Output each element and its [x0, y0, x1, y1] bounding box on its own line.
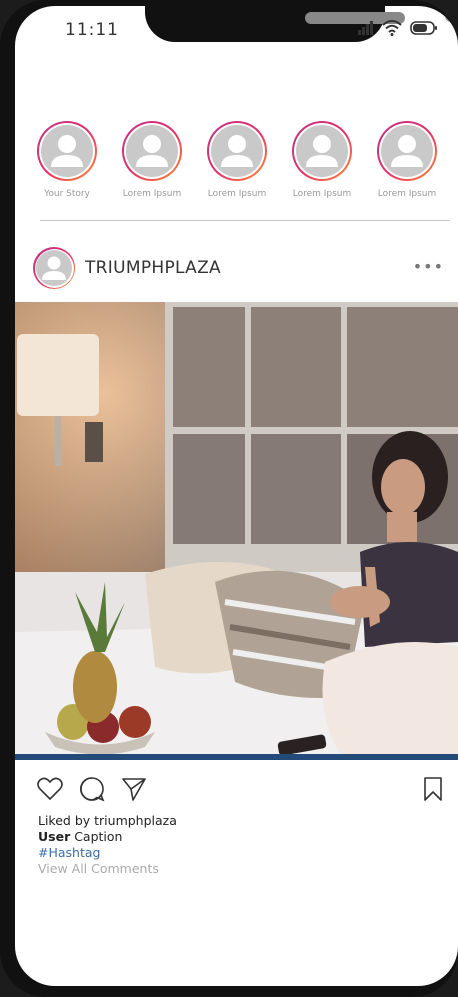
post-meta: Liked by triumphplaza User Caption #Hash… [38, 813, 177, 877]
more-icon[interactable]: ••• [413, 257, 444, 276]
avatar [126, 125, 178, 177]
user-placeholder-icon [136, 135, 168, 167]
story-item[interactable]: Lorem Ipsum [290, 121, 354, 199]
story-item[interactable]: Lorem Ipsum [205, 121, 269, 199]
caption-text: Caption [70, 829, 123, 844]
post-avatar-ring-inner [34, 248, 74, 288]
bookmark-icon[interactable] [423, 776, 443, 802]
comment-icon[interactable] [79, 776, 105, 802]
post-photo-illustration [15, 302, 458, 760]
avatar [41, 125, 93, 177]
phone-frame: 11:11 Your Story Lorem Ipsum Lorem Ipsum… [0, 0, 458, 997]
story-ring-inner [379, 123, 435, 179]
story-ring [377, 121, 437, 181]
story-label: Lorem Ipsum [207, 189, 267, 199]
stories-row: Your Story Lorem Ipsum Lorem Ipsum Lorem… [35, 121, 439, 199]
front-camera [445, 10, 457, 22]
post-avatar-ring[interactable] [33, 247, 75, 289]
story-ring [207, 121, 267, 181]
battery-icon [410, 21, 437, 35]
post-actions [37, 776, 443, 806]
post-header: TRIUMPHPLAZA ••• [33, 246, 458, 290]
story-label: Lorem Ipsum [292, 189, 352, 199]
user-placeholder-icon [51, 135, 83, 167]
caption: User Caption [38, 829, 177, 845]
wifi-icon [382, 20, 402, 36]
user-placeholder-icon [42, 256, 66, 280]
avatar [211, 125, 263, 177]
avatar [381, 125, 433, 177]
user-placeholder-icon [391, 135, 423, 167]
post-avatar [36, 250, 72, 286]
story-ring [37, 121, 97, 181]
status-time: 11:11 [65, 20, 119, 40]
app-screen: 11:11 Your Story Lorem Ipsum Lorem Ipsum… [15, 6, 458, 986]
liked-by-text[interactable]: Liked by triumphplaza [38, 813, 177, 829]
caption-user[interactable]: User [38, 829, 70, 844]
story-item[interactable]: Lorem Ipsum [375, 121, 439, 199]
signal-icon [358, 21, 373, 35]
story-label: Lorem Ipsum [122, 189, 182, 199]
post-username[interactable]: TRIUMPHPLAZA [85, 258, 221, 278]
story-item[interactable]: Your Story [35, 121, 99, 199]
story-item[interactable]: Lorem Ipsum [120, 121, 184, 199]
user-placeholder-icon [306, 135, 338, 167]
story-ring [292, 121, 352, 181]
notch [145, 6, 457, 42]
story-ring-inner [39, 123, 95, 179]
story-label: Lorem Ipsum [377, 189, 437, 199]
story-ring-inner [294, 123, 350, 179]
stories-divider [40, 220, 450, 221]
story-label: Your Story [44, 189, 90, 199]
user-placeholder-icon [221, 135, 253, 167]
story-ring [122, 121, 182, 181]
heart-icon[interactable] [37, 777, 63, 801]
story-ring-inner [209, 123, 265, 179]
status-icons [358, 20, 438, 36]
post-actions-left [37, 776, 443, 802]
view-comments-link[interactable]: View All Comments [38, 861, 177, 877]
hashtag-link[interactable]: #Hashtag [38, 845, 177, 861]
share-icon[interactable] [121, 776, 147, 802]
avatar [296, 125, 348, 177]
post-photo[interactable] [15, 302, 458, 760]
story-ring-inner [124, 123, 180, 179]
